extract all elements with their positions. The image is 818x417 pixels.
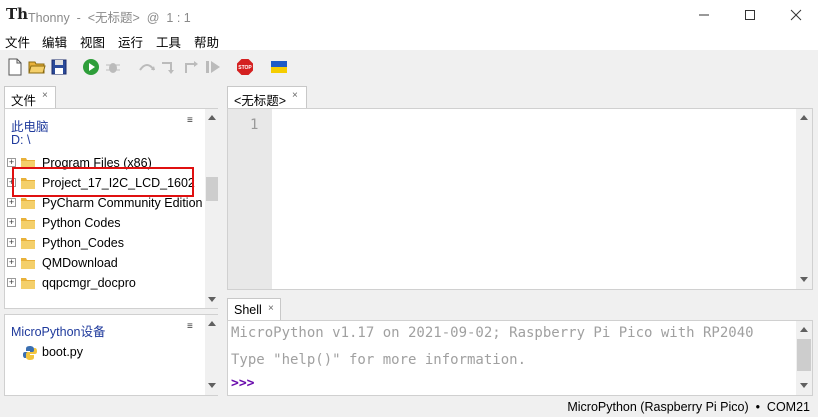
scroll-up-icon[interactable] <box>800 327 808 332</box>
folder-icon <box>21 238 35 249</box>
expand-icon[interactable]: + <box>7 278 16 287</box>
folder-icon <box>21 278 35 289</box>
device-file-item[interactable]: boot.py <box>42 345 83 359</box>
line-number-gutter: 1 <box>228 109 272 289</box>
tree-item-label: Python_Codes <box>42 236 125 250</box>
minimize-icon <box>699 14 709 16</box>
menu-help[interactable]: 帮助 <box>194 32 219 51</box>
scroll-down-icon[interactable] <box>800 383 808 388</box>
python-file-icon <box>23 346 37 360</box>
menu-file[interactable]: 文件 <box>5 32 30 51</box>
highlight-annotation-box <box>12 167 194 197</box>
save-icon[interactable] <box>50 58 68 76</box>
tree-item[interactable]: + Python Codes <box>5 213 201 233</box>
files-tab-label: 文件 <box>11 94 37 108</box>
files-scrollbar[interactable] <box>205 109 219 308</box>
folder-icon <box>21 218 35 229</box>
title-bar: Th Thonny - <无标题> @ 1 : 1 <box>0 0 818 30</box>
minimize-button[interactable] <box>681 0 727 30</box>
expand-icon[interactable]: + <box>7 238 16 247</box>
close-icon <box>790 9 802 21</box>
expand-icon[interactable]: + <box>7 258 16 267</box>
close-icon[interactable]: × <box>268 303 274 314</box>
tab-untitled[interactable]: <无标题> × <box>227 86 307 108</box>
tree-item-label: QMDownload <box>42 256 118 270</box>
line-number: 1 <box>250 117 259 133</box>
expand-icon[interactable]: + <box>7 218 16 227</box>
device-pane: MicroPython设备 ≡ boot.py <box>4 314 219 396</box>
close-icon[interactable]: × <box>42 90 48 101</box>
close-icon[interactable]: × <box>292 90 298 101</box>
shell-scrollbar[interactable] <box>796 321 812 395</box>
tree-item[interactable]: + QMDownload <box>5 253 201 273</box>
scroll-down-icon[interactable] <box>208 383 216 388</box>
stop-icon[interactable]: STOP <box>236 58 254 76</box>
interpreter-status[interactable]: MicroPython (Raspberry Pi Pico) • COM21 <box>567 400 810 414</box>
shell-output-line: Type "help()" for more information. <box>231 352 527 368</box>
shell-output-line: MicroPython v1.17 on 2021-09-02; Raspber… <box>231 325 754 341</box>
thonny-app-icon: Th <box>6 5 29 23</box>
menu-edit[interactable]: 编辑 <box>42 32 67 51</box>
scroll-up-icon[interactable] <box>800 115 808 120</box>
scroll-down-icon[interactable] <box>800 277 808 282</box>
menu-run[interactable]: 运行 <box>118 32 143 51</box>
shell-tab-label: Shell <box>234 303 262 317</box>
files-pane: 此电脑 D: \ ≡ + Program Files (x86) + Proje… <box>4 108 219 309</box>
stop-label: STOP <box>238 65 252 71</box>
open-file-icon[interactable] <box>28 58 46 76</box>
tree-item-label: qqpcmgr_docpro <box>42 276 136 290</box>
scroll-down-icon[interactable] <box>208 297 216 302</box>
hamburger-menu-icon[interactable]: ≡ <box>187 321 193 332</box>
menu-view[interactable]: 视图 <box>80 32 105 51</box>
window-title: Thonny - <无标题> @ 1 : 1 <box>28 11 191 25</box>
scrollbar-thumb[interactable] <box>206 177 218 201</box>
resume-icon[interactable] <box>204 58 222 76</box>
menu-tools[interactable]: 工具 <box>156 32 181 51</box>
expand-icon[interactable]: + <box>7 158 16 167</box>
tree-item-label: PyCharm Community Edition <box>42 196 203 210</box>
hamburger-menu-icon[interactable]: ≡ <box>187 115 193 126</box>
step-into-icon[interactable] <box>160 58 178 76</box>
scroll-up-icon[interactable] <box>208 321 216 326</box>
scroll-up-icon[interactable] <box>208 115 216 120</box>
expand-icon[interactable]: + <box>7 198 16 207</box>
device-scrollbar[interactable] <box>205 315 219 395</box>
run-icon[interactable] <box>82 58 100 76</box>
editor-tab-label: <无标题> <box>234 94 287 108</box>
close-window-button[interactable] <box>773 0 818 30</box>
tree-item-label: Python Codes <box>42 216 121 230</box>
maximize-icon <box>745 10 755 20</box>
folder-icon <box>21 258 35 269</box>
maximize-button[interactable] <box>727 0 773 30</box>
shell-prompt[interactable]: >>> <box>231 376 254 391</box>
debug-icon[interactable] <box>104 58 122 76</box>
tree-item[interactable]: + qqpcmgr_docpro <box>5 273 201 293</box>
step-out-icon[interactable] <box>182 58 200 76</box>
tab-files[interactable]: 文件 × <box>4 86 56 108</box>
scrollbar-thumb[interactable] <box>797 339 811 371</box>
code-editor[interactable]: 1 <box>227 108 813 290</box>
device-title: MicroPython设备 <box>11 325 106 339</box>
tab-shell[interactable]: Shell × <box>227 298 281 320</box>
toolbar: STOP <box>0 50 818 84</box>
new-file-icon[interactable] <box>6 58 24 76</box>
folder-icon <box>21 198 35 209</box>
step-over-icon[interactable] <box>138 58 156 76</box>
tree-item[interactable]: + Python_Codes <box>5 233 201 253</box>
status-bar: MicroPython (Raspberry Pi Pico) • COM21 <box>0 398 818 417</box>
menu-bar: 文件 编辑 视图 运行 工具 帮助 <box>0 30 818 50</box>
current-path[interactable]: D: \ <box>11 133 30 147</box>
shell-console[interactable]: MicroPython v1.17 on 2021-09-02; Raspber… <box>227 320 813 396</box>
ukraine-flag-icon[interactable] <box>270 58 288 76</box>
editor-scrollbar[interactable] <box>796 109 812 289</box>
